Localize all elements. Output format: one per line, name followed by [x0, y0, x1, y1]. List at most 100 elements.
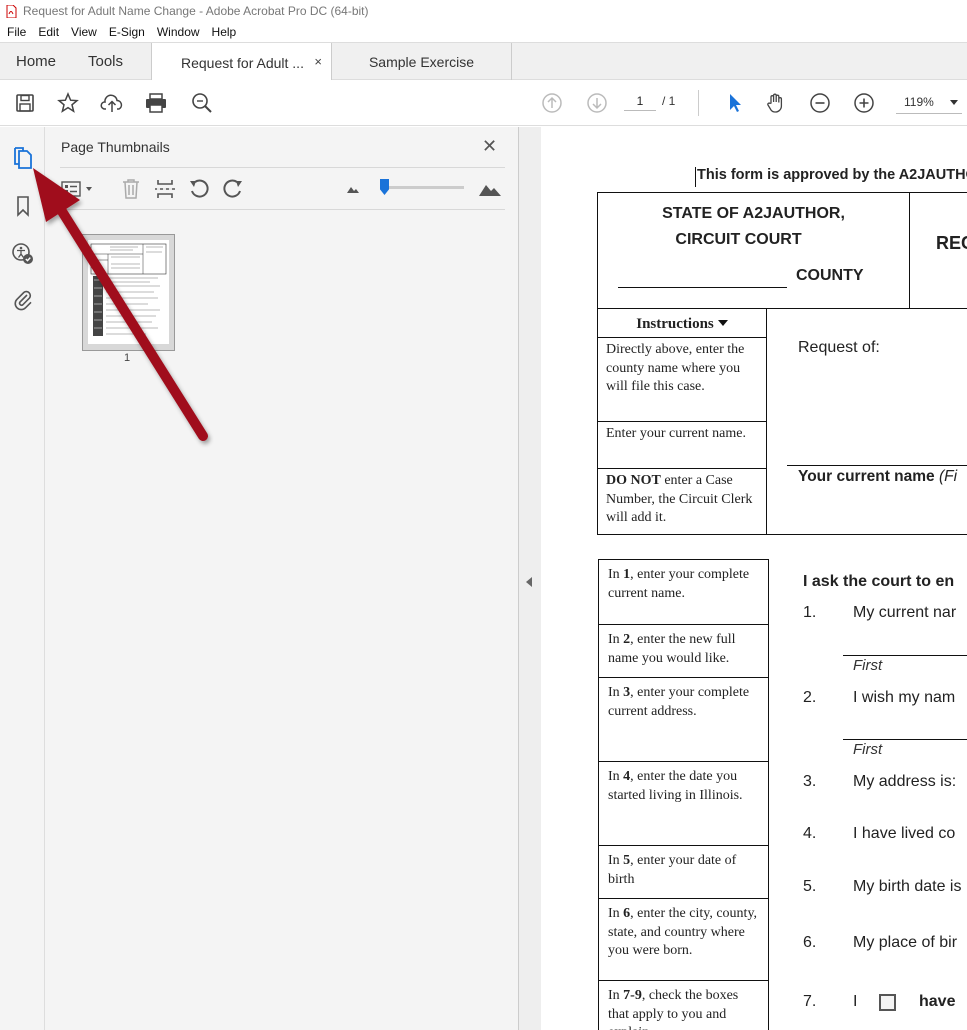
- item-number: 2.: [803, 689, 817, 706]
- item-text: I wish my nam: [853, 689, 956, 706]
- print-icon[interactable]: [144, 92, 168, 114]
- tab-close-icon[interactable]: ×: [314, 54, 322, 69]
- divider: [909, 193, 910, 309]
- menu-edit[interactable]: Edit: [38, 25, 59, 39]
- small-thumbnail-icon[interactable]: [345, 177, 361, 201]
- instruction-cell: DO NOT enter a Case Number, the Circuit …: [606, 473, 753, 525]
- menu-file[interactable]: File: [7, 25, 26, 39]
- name-field-line[interactable]: [843, 739, 967, 740]
- step-instruction-cell: In 7-9, check the boxes that apply to yo…: [608, 988, 739, 1030]
- thumbnail-preview: [88, 240, 169, 344]
- menu-esign[interactable]: E-Sign: [109, 25, 145, 39]
- large-thumbnail-icon[interactable]: [477, 177, 503, 201]
- tab-document[interactable]: Request for Adult ... ×: [151, 43, 332, 82]
- tab-tools[interactable]: Tools: [88, 43, 123, 80]
- extract-pages-icon[interactable]: [153, 177, 177, 201]
- county-field[interactable]: [618, 287, 787, 288]
- thumbnail-size-slider[interactable]: [382, 186, 464, 189]
- current-name-hint: (Fi: [938, 468, 958, 485]
- cloud-upload-icon[interactable]: [100, 92, 124, 114]
- step-instruction-cell: In 1, enter your complete current name.: [599, 560, 768, 625]
- item-text: My address is:: [853, 773, 957, 790]
- select-cursor-icon[interactable]: [722, 92, 746, 114]
- item-text: My birth date is: [853, 878, 962, 895]
- instructions-heading: Instructions: [598, 309, 766, 338]
- tab-home[interactable]: Home: [16, 43, 56, 80]
- zoom-in-icon[interactable]: [852, 92, 876, 114]
- document-page[interactable]: This form is approved by the A2JAUTHOR S…: [541, 127, 967, 1030]
- panel-title: Page Thumbnails: [61, 139, 170, 155]
- close-icon[interactable]: ✕: [482, 136, 497, 157]
- name-field-line[interactable]: [843, 655, 967, 656]
- have-checkbox[interactable]: [879, 994, 896, 1011]
- step-instruction-cell: In 2, enter the new full name you would …: [599, 625, 768, 678]
- window-title: Request for Adult Name Change - Adobe Ac…: [23, 4, 369, 18]
- instructions-heading-label: Instructions: [636, 316, 714, 332]
- court-type: CIRCUIT COURT: [675, 231, 802, 248]
- zoom-level-select[interactable]: 119%: [896, 90, 962, 114]
- thumbnail-options-icon[interactable]: [60, 177, 96, 201]
- court-state: STATE OF A2JAUTHOR,: [662, 205, 845, 222]
- slider-handle[interactable]: [380, 179, 389, 195]
- main-toolbar: [0, 80, 967, 126]
- text-cursor: [695, 167, 696, 187]
- tab-bar: Home Tools Request for Adult ... × Sampl…: [0, 42, 967, 82]
- step-instruction-cell: In 5, enter your date of birth: [599, 846, 768, 899]
- form-approval-note: This form is approved by the A2JAUTHOR: [697, 167, 967, 183]
- request-of-label: Request of:: [798, 339, 880, 356]
- page-number-input[interactable]: 1: [624, 91, 656, 111]
- instruction-cell: Enter your current name.: [598, 422, 766, 469]
- divider: [60, 167, 505, 168]
- item-text: My current nar: [853, 604, 957, 621]
- menu-help[interactable]: Help: [212, 25, 237, 39]
- delete-page-icon[interactable]: [119, 177, 143, 201]
- court-name: STATE OF A2JAUTHOR, CIRCUIT COURT: [598, 201, 909, 253]
- menu-view[interactable]: View: [71, 25, 97, 39]
- collapse-arrow-icon: [526, 577, 532, 587]
- item-number: 4.: [803, 825, 817, 842]
- next-page-icon[interactable]: [585, 92, 609, 114]
- name-field-line[interactable]: [787, 465, 967, 466]
- chevron-down-icon: [950, 100, 958, 105]
- item-number: 6.: [803, 934, 817, 951]
- page-thumbnails-icon[interactable]: [10, 145, 36, 171]
- first-name-label: First: [853, 741, 883, 758]
- request-heading: I ask the court to en: [803, 573, 955, 590]
- item-number: 7.: [803, 993, 817, 1010]
- star-icon[interactable]: [56, 92, 80, 114]
- divider: [60, 209, 505, 210]
- attachment-icon[interactable]: [10, 287, 36, 313]
- bookmark-icon[interactable]: [10, 193, 36, 219]
- current-name-label-text: Your current name: [798, 468, 935, 485]
- zoom-level-value: 119%: [904, 95, 934, 109]
- zoom-out-icon[interactable]: [808, 92, 832, 114]
- first-name-label: First: [853, 657, 883, 674]
- item-text: I: [853, 993, 858, 1010]
- zoom-search-icon[interactable]: [190, 92, 214, 114]
- instructions-column: Instructions Directly above, enter the c…: [597, 309, 767, 535]
- form-title: REC: [936, 233, 967, 253]
- request-of-section: Request of:: [767, 309, 967, 535]
- rotate-clockwise-icon[interactable]: [221, 177, 245, 201]
- instruction-cell: Directly above, enter the county name wh…: [598, 338, 766, 422]
- instruction-emphasis: DO NOT: [606, 473, 661, 488]
- panel-collapse-handle[interactable]: [519, 127, 541, 1030]
- menu-window[interactable]: Window: [157, 25, 200, 39]
- accessibility-check-icon[interactable]: [10, 241, 36, 267]
- page-thumbnail[interactable]: [82, 234, 175, 351]
- have-label: have: [919, 993, 956, 1010]
- item-number: 5.: [803, 878, 817, 895]
- caret-down-icon: [717, 320, 728, 326]
- step-instruction-cell: In 3, enter your complete current addres…: [599, 678, 768, 762]
- form-header-box: STATE OF A2JAUTHOR, CIRCUIT COURT COUNTY…: [597, 192, 967, 309]
- hand-tool-icon[interactable]: [764, 92, 788, 114]
- tab-sample-exercise[interactable]: Sample Exercise: [332, 43, 512, 80]
- county-label: COUNTY: [796, 267, 864, 284]
- item-text: I have lived co: [853, 825, 956, 842]
- rotate-counterclockwise-icon[interactable]: [187, 177, 211, 201]
- item-text: My place of bir: [853, 934, 958, 951]
- page-total: / 1: [662, 94, 676, 108]
- previous-page-icon[interactable]: [540, 92, 564, 114]
- save-icon[interactable]: [13, 92, 37, 114]
- step-instructions-column: In 1, enter your complete current name. …: [598, 559, 769, 1030]
